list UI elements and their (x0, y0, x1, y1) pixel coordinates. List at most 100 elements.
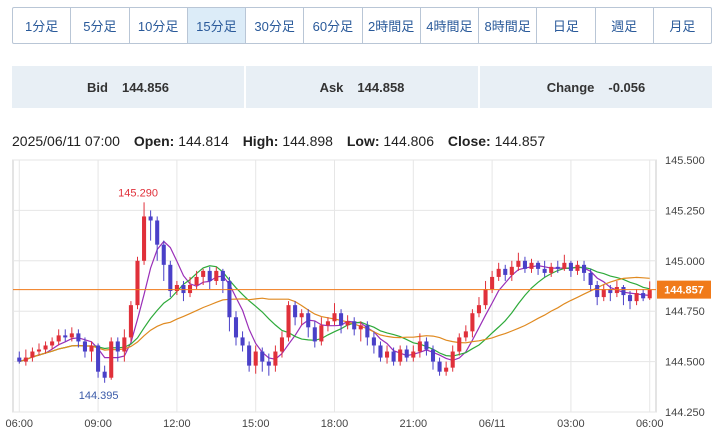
candle-body (109, 341, 114, 378)
candle-body (63, 335, 68, 338)
candle-body (404, 349, 409, 358)
candle-body (36, 349, 42, 352)
candle-body (575, 264, 580, 271)
tab-9[interactable]: 日足 (537, 8, 596, 43)
candle-body (135, 260, 140, 306)
candle-body (128, 305, 133, 338)
tab-11[interactable]: 月足 (654, 8, 711, 43)
candle-body (332, 313, 337, 322)
candle-body (417, 341, 422, 352)
candle-body (273, 351, 278, 366)
candle-body (247, 345, 252, 366)
tab-6[interactable]: 2時間足 (363, 8, 421, 43)
tab-4[interactable]: 30分足 (246, 8, 305, 43)
candle-body (207, 270, 212, 281)
candle-body (627, 295, 633, 302)
bid-cell: Bid 144.856 (12, 66, 246, 108)
candle-body (50, 341, 55, 346)
candle-body (286, 305, 291, 338)
candle-body (365, 325, 370, 338)
candle-body (161, 244, 166, 265)
candle-body (634, 293, 639, 302)
candle-body (168, 264, 173, 292)
candle-body (306, 313, 311, 328)
x-tick-label: 06:00 (636, 418, 664, 430)
last-price-label: 144.857 (664, 285, 704, 297)
close-label: Close: (447, 133, 491, 149)
candle-body (339, 313, 344, 326)
candle-body (181, 284, 186, 294)
tab-3[interactable]: 15分足 (187, 8, 246, 43)
y-tick-label: 144.250 (665, 407, 705, 419)
y-tick-label: 145.250 (665, 205, 705, 217)
candle-body (536, 262, 541, 269)
change-label: Change (546, 79, 595, 95)
x-tick-label: 12:00 (163, 418, 191, 430)
candle-body (260, 351, 265, 362)
candle-body (142, 216, 147, 261)
bid-value: 144.856 (121, 79, 169, 95)
candle-body (444, 367, 449, 372)
candle-body (148, 216, 153, 221)
candle-body (293, 305, 298, 318)
ohlc-readout: 2025/06/11 07:00 Open: 144.814 High: 144… (12, 133, 545, 149)
low-marker-label: 144.395 (79, 390, 119, 402)
candle-body (358, 325, 363, 330)
candle-body (69, 333, 74, 338)
x-tick-label: 06/11 (479, 418, 506, 430)
candle-body (378, 345, 383, 358)
x-tick-label: 03:00 (557, 418, 585, 430)
candle-body (516, 260, 521, 267)
quote-bar: Bid 144.856 Ask 144.858 Change -0.056 (12, 66, 712, 108)
tab-8[interactable]: 8時間足 (479, 8, 538, 43)
change-cell: Change -0.056 (480, 66, 712, 108)
candle-body (220, 270, 225, 281)
candle-body (30, 351, 35, 358)
low-value: 144.806 (383, 133, 434, 149)
bid-label: Bid (87, 79, 108, 95)
candle-body (391, 351, 396, 362)
candle-body (595, 284, 600, 298)
candle-body (187, 284, 193, 294)
tab-1[interactable]: 5分足 (71, 8, 130, 43)
ask-cell: Ask 144.858 (246, 66, 480, 108)
tab-5[interactable]: 60分足 (304, 8, 363, 43)
candle-body (463, 331, 468, 338)
candle-body (96, 345, 101, 372)
candle-body (23, 357, 28, 362)
candle-body (82, 341, 87, 352)
candle-body (299, 313, 304, 318)
candle-body (568, 262, 573, 271)
candle-body (424, 341, 429, 350)
candle-body (647, 289, 652, 299)
candle-body (194, 276, 199, 285)
candle-body (588, 272, 593, 285)
candle-body (437, 361, 442, 372)
high-label: High: (242, 133, 279, 149)
timeframe-tabs: 1分足 5分足 10分足 15分足 30分足 60分足 2時間足 4時間足 8時間足 日足 週足 月足 (12, 7, 712, 44)
candle-body (253, 351, 258, 366)
change-value: -0.056 (608, 79, 646, 95)
price-chart[interactable]: 145.500 145.250 145.000 144.750 144.500 144.2… (0, 150, 720, 435)
ask-label: Ask (319, 79, 344, 95)
x-tick-label: 09:00 (84, 418, 112, 430)
tab-7[interactable]: 4時間足 (421, 8, 479, 43)
candle-body (476, 305, 482, 314)
candle-body (641, 293, 646, 299)
tab-10[interactable]: 週足 (596, 8, 654, 43)
candle-body (319, 325, 324, 342)
candle-body (233, 317, 239, 338)
candle-body (496, 268, 501, 277)
high-marker-label: 145.290 (118, 187, 158, 199)
tab-0[interactable]: 1分足 (13, 8, 72, 43)
candle-body (266, 361, 271, 366)
candle-body (490, 276, 495, 290)
x-tick-label: 18:00 (321, 418, 349, 430)
candle-body (325, 321, 330, 326)
x-tick-label: 06:00 (6, 418, 34, 430)
candle-body (102, 371, 107, 378)
candle-body (398, 349, 403, 362)
low-label: Low: (346, 133, 380, 149)
tab-2[interactable]: 10分足 (130, 8, 188, 43)
candle-body (155, 220, 160, 245)
